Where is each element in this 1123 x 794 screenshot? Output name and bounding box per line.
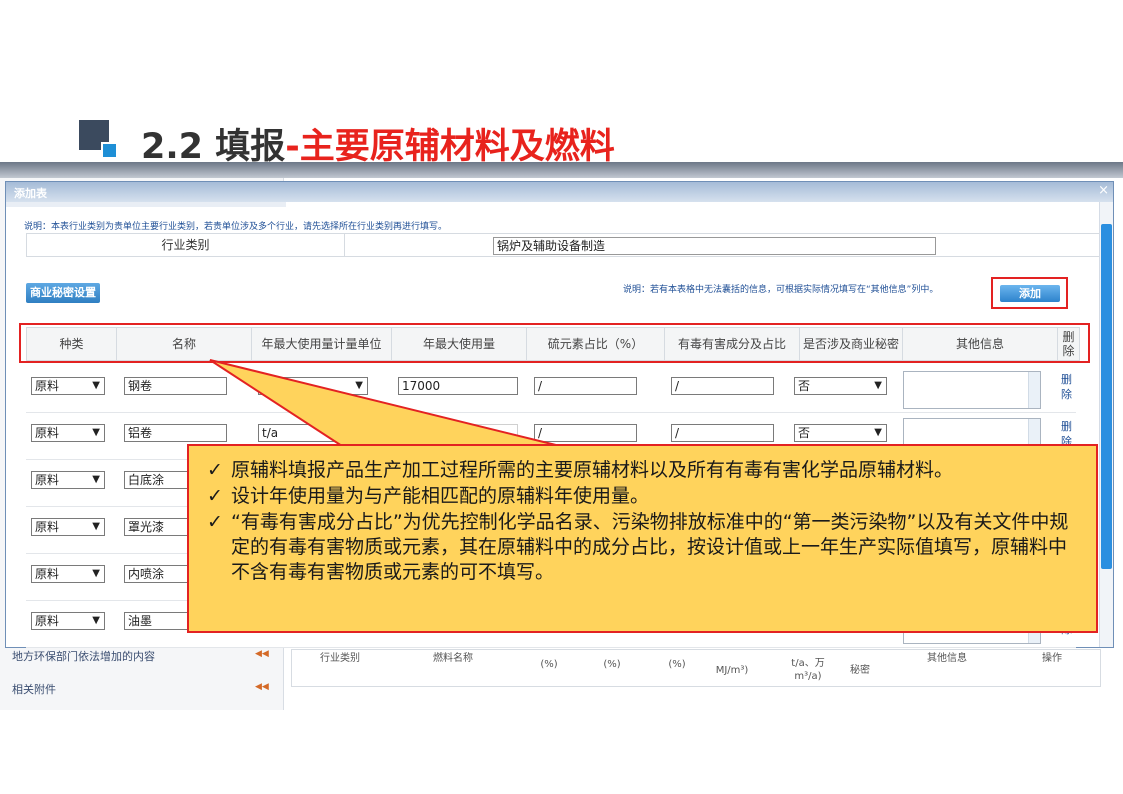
secret-value: 否 [798, 379, 811, 393]
chevron-down-icon: ▼ [92, 568, 100, 579]
amount-input[interactable]: 12000 [398, 424, 518, 442]
title-decor-blue-square [101, 142, 118, 159]
explanation-callout: ✓ 原辅料填报产品生产加工过程所需的主要原辅材料以及所有有毒有害化学品原辅材料。 … [187, 444, 1098, 633]
add-button-highlight: 添加 [991, 277, 1068, 309]
bg-col-industry: 行业类别 [320, 653, 360, 664]
bg-col-energy: MJ/m³) [715, 665, 749, 676]
bg-col-pct3: (%) [668, 659, 686, 670]
type-value: 原料 [35, 520, 60, 534]
background-fuel-table-header: 行业类别 燃料名称 (%) (%) (%) MJ/m³) t/a、万m³/a) … [291, 649, 1101, 687]
sidebar-link-local[interactable]: 地方环保部门依法增加的内容 [12, 648, 155, 664]
chevron-down-icon: ▼ [92, 521, 100, 532]
bg-col-secret: 秘密 [850, 665, 870, 676]
other-info-note: 说明：若有本表格中无法囊括的信息，可根据实际情况填写在“其他信息”列中。 [623, 285, 939, 295]
chevron-down-icon: ▼ [874, 427, 882, 438]
industry-description: 说明：本表行业类别为贵单位主要行业类别，若贵单位涉及多个行业，请先选择所在行业类… [24, 222, 448, 232]
chevron-down-icon: ▼ [874, 380, 882, 391]
column-header-row: 种类 名称 年最大使用量计量单位 年最大使用量 硫元素占比（%） 有毒有害成分及… [26, 327, 1080, 361]
unit-select[interactable]: t/a ▼ [258, 424, 368, 442]
bullet-text: 原辅料填报产品生产加工过程所需的主要原辅材料以及所有有毒有害化学品原辅材料。 [231, 459, 954, 481]
bg-col-pct1: (%) [540, 659, 558, 670]
bg-col-operation: 操作 [1042, 653, 1062, 664]
chevron-down-icon: ▼ [355, 380, 363, 391]
add-button[interactable]: 添加 [1000, 285, 1060, 302]
bg-col-other: 其他信息 [927, 653, 967, 664]
type-select[interactable]: 原料 ▼ [31, 518, 105, 536]
chevron-down-icon: ▼ [355, 427, 363, 438]
col-amount: 年最大使用量 [392, 328, 527, 360]
type-value: 原料 [35, 567, 60, 581]
type-value: 原料 [35, 614, 60, 628]
toxic-input[interactable]: / [671, 377, 774, 395]
dialog-title: 添加表 [14, 187, 47, 200]
bullet-text: 设计年使用量为与产能相匹配的原辅料年使用量。 [231, 485, 650, 507]
other-info-textarea[interactable] [903, 371, 1041, 409]
chevron-down-icon: ▼ [92, 615, 100, 626]
type-select[interactable]: 原料 ▼ [31, 377, 105, 395]
close-icon[interactable]: × [1098, 183, 1109, 198]
col-delete: 删除 [1062, 330, 1075, 358]
secret-select[interactable]: 否▼ [794, 377, 887, 395]
toxic-input[interactable]: / [671, 424, 774, 442]
type-select[interactable]: 原料 ▼ [31, 565, 105, 583]
callout-bullet: ✓ 原辅料填报产品生产加工过程所需的主要原辅材料以及所有有毒有害化学品原辅材料。 [201, 458, 1084, 483]
bullet-text: “有毒有害成分占比”为优先控制化学品名录、污染物排放标准中的“第一类污染物”以及… [231, 511, 1069, 583]
unit-select[interactable]: t/a ▼ [258, 377, 368, 395]
name-input[interactable]: 钢卷 [124, 377, 227, 395]
chevron-down-icon: ▼ [92, 427, 100, 438]
col-other-info: 其他信息 [903, 328, 1058, 360]
secret-select[interactable]: 否▼ [794, 424, 887, 442]
expand-arrow-icon[interactable]: ◀◀ [255, 682, 269, 692]
industry-input[interactable]: 锅炉及辅助设备制造 [493, 237, 936, 255]
check-icon: ✓ [207, 485, 223, 507]
name-input[interactable]: 铝卷 [124, 424, 227, 442]
unit-value: t/a [262, 379, 279, 393]
type-value: 原料 [35, 379, 60, 393]
chevron-down-icon: ▼ [92, 474, 100, 485]
bg-col-unit: t/a、万m³/a) [791, 658, 825, 682]
col-secret: 是否涉及商业秘密 [800, 328, 903, 360]
bg-col-fuel-name: 燃料名称 [433, 653, 473, 664]
textarea-scrollbar[interactable] [1028, 372, 1040, 408]
col-type: 种类 [27, 328, 117, 360]
industry-row: 行业类别 锅炉及辅助设备制造 [26, 233, 1102, 257]
business-secret-settings-button[interactable]: 商业秘密设置 [26, 283, 100, 303]
sulfur-input[interactable]: / [534, 377, 637, 395]
scrollbar-thumb[interactable] [1101, 224, 1112, 569]
dialog-header: 添加表 × [6, 182, 1113, 202]
callout-bullet: ✓ “有毒有害成分占比”为优先控制化学品名录、污染物排放标准中的“第一类污染物”以… [201, 510, 1084, 585]
type-select[interactable]: 原料 ▼ [31, 424, 105, 442]
type-select[interactable]: 原料 ▼ [31, 471, 105, 489]
type-value: 原料 [35, 426, 60, 440]
type-select[interactable]: 原料 ▼ [31, 612, 105, 630]
dialog-scrollbar[interactable] [1099, 202, 1113, 647]
table-row: 原料 ▼ 钢卷 t/a ▼ 17000// 否 ▼ 删除 [26, 366, 1076, 413]
secret-value: 否 [798, 426, 811, 440]
sulfur-input[interactable]: / [534, 424, 637, 442]
sidebar-link-attachments[interactable]: 相关附件 [12, 681, 56, 697]
col-sulfur: 硫元素占比（%） [527, 328, 665, 360]
check-icon: ✓ [207, 511, 223, 533]
unit-value: t/a [262, 426, 279, 440]
chevron-down-icon: ▼ [92, 380, 100, 391]
col-unit: 年最大使用量计量单位 [252, 328, 392, 360]
col-toxic: 有毒有害成分及占比 [665, 328, 800, 360]
background-window-bar [0, 162, 1123, 178]
callout-bullet: ✓ 设计年使用量为与产能相匹配的原辅料年使用量。 [201, 484, 1084, 509]
title-number: 2.2 [141, 127, 204, 167]
type-value: 原料 [35, 473, 60, 487]
bg-col-pct2: (%) [603, 659, 621, 670]
dialog-subheader [6, 202, 286, 207]
industry-label: 行业类别 [27, 234, 345, 256]
col-name: 名称 [117, 328, 252, 360]
slide: 2.2 填报-主要原辅材料及燃料 地方环保部门依法增加的内容 ◀◀ 相关附件 ◀… [0, 0, 1123, 794]
delete-link[interactable]: 删除 [1061, 372, 1075, 402]
column-header-highlight: 种类 名称 年最大使用量计量单位 年最大使用量 硫元素占比（%） 有毒有害成分及… [19, 323, 1090, 363]
expand-arrow-icon[interactable]: ◀◀ [255, 649, 269, 659]
amount-input[interactable]: 17000 [398, 377, 518, 395]
title-sub-text: -主要原辅材料及燃料 [285, 127, 615, 167]
check-icon: ✓ [207, 459, 223, 481]
title-main-text: 填报 [215, 127, 286, 167]
